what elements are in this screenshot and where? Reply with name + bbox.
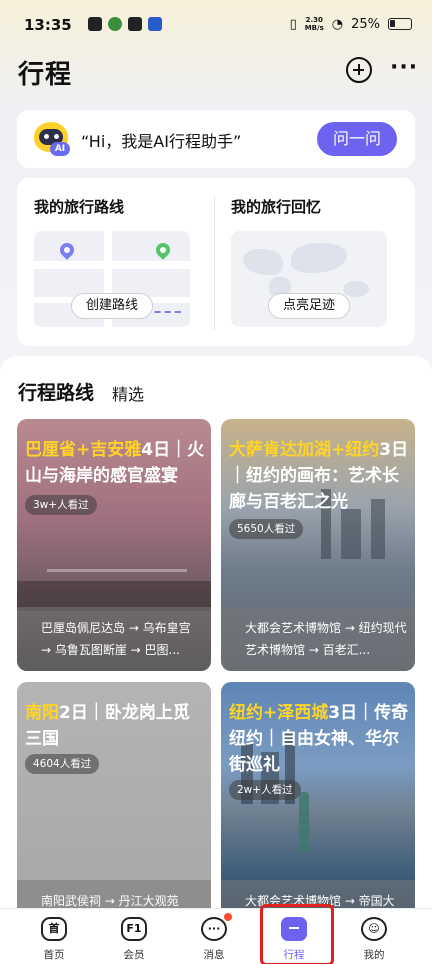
notification-icons bbox=[88, 17, 162, 31]
nav-member[interactable]: F1 会员 bbox=[94, 909, 174, 964]
message-icon: ··· bbox=[201, 917, 227, 941]
trip-overview-card: 我的旅行路线 创建路线 我的旅行回忆 点亮足迹 bbox=[17, 178, 415, 346]
bottom-nav: 首 首页 F1 会员 ··· 消息 行程 ☺ 我的 bbox=[0, 908, 432, 964]
page-title: 行程 bbox=[18, 60, 73, 90]
my-memories-section[interactable]: 我的旅行回忆 点亮足迹 bbox=[214, 178, 412, 346]
guide-card[interactable]: 巴厘省+吉安雅4日｜火山与海岸的感官盛宴 3w+人看过 巴厘岛佩尼达岛 → 乌布… bbox=[17, 419, 211, 671]
end-pin-icon bbox=[153, 240, 173, 260]
more-icon[interactable]: ··· bbox=[390, 57, 418, 79]
add-icon[interactable] bbox=[346, 57, 372, 83]
guide-card[interactable]: 南阳2日｜卧龙岗上觅三国 4604人看过 南阳武侯祠 → 丹江大观苑 bbox=[17, 682, 211, 908]
app-notification-icon bbox=[148, 17, 162, 31]
guide-route: 巴厘岛佩尼达岛 → 乌布皇宫 → 乌鲁瓦图断崖 → 巴图... bbox=[17, 607, 211, 671]
guide-card[interactable]: 纽约+泽西城3日｜传奇纽约｜自由女神、华尔街巡礼 2w+人看过 大都会艺术博物馆… bbox=[221, 682, 415, 908]
view-count-badge: 4604人看过 bbox=[25, 754, 100, 774]
status-time: 13:35 bbox=[24, 16, 72, 34]
ai-assistant-card[interactable]: AI “Hi，我是AI行程助手” 问一问 bbox=[17, 110, 415, 168]
my-memories-title: 我的旅行回忆 bbox=[231, 198, 322, 216]
guide-route: 大都会艺术博物馆 → 纽约现代艺术博物馆 → 百老汇... bbox=[221, 607, 415, 671]
my-routes-title: 我的旅行路线 bbox=[34, 198, 125, 216]
unread-dot bbox=[224, 913, 232, 921]
home-icon: 首 bbox=[41, 917, 67, 941]
app-notification-icon bbox=[88, 17, 102, 31]
light-footprints-button[interactable]: 点亮足迹 bbox=[267, 293, 351, 319]
ask-button[interactable]: 问一问 bbox=[317, 122, 397, 156]
route-map-thumbnail[interactable]: 创建路线 bbox=[34, 231, 190, 327]
status-indicators: ▯ 2.30 MB/s ◔ 25% bbox=[290, 16, 412, 32]
nav-messages[interactable]: ··· 消息 bbox=[174, 909, 254, 964]
content-tabs: 行程路线 精选 bbox=[18, 378, 144, 408]
wifi-icon: ◔ bbox=[331, 16, 344, 32]
nav-home[interactable]: 首 首页 bbox=[14, 909, 94, 964]
app-notification-icon bbox=[108, 17, 122, 31]
member-icon: F1 bbox=[121, 917, 147, 941]
page-header: 行程 ··· bbox=[0, 50, 432, 98]
status-bar: 13:35 ▯ 2.30 MB/s ◔ 25% bbox=[0, 0, 432, 50]
selection-highlight bbox=[260, 904, 334, 964]
guide-card[interactable]: 大萨肯达加湖+纽约3日｜纽约的画布：艺术长廊与百老汇之光 5650人看过 大都会… bbox=[221, 419, 415, 671]
battery-icon bbox=[388, 18, 412, 30]
start-pin-icon bbox=[57, 240, 77, 260]
tab-featured[interactable]: 精选 bbox=[112, 381, 144, 405]
guide-title: 大萨肯达加湖+纽约3日｜纽约的画布：艺术长廊与百老汇之光 bbox=[229, 440, 409, 512]
create-route-button[interactable]: 创建路线 bbox=[70, 293, 154, 319]
view-count-badge: 5650人看过 bbox=[229, 519, 304, 539]
nav-profile[interactable]: ☺ 我的 bbox=[334, 909, 414, 964]
my-routes-section[interactable]: 我的旅行路线 创建路线 bbox=[17, 178, 215, 346]
guide-title: 南阳2日｜卧龙岗上觅三国 bbox=[25, 703, 190, 749]
guide-route: 南阳武侯祠 → 丹江大观苑 bbox=[17, 880, 211, 908]
tiktok-icon bbox=[128, 17, 142, 31]
ai-badge: AI bbox=[50, 142, 70, 156]
profile-icon: ☺ bbox=[361, 917, 387, 941]
battery-percent: 25% bbox=[351, 16, 380, 32]
guide-title: 纽约+泽西城3日｜传奇纽约｜自由女神、华尔街巡礼 bbox=[229, 703, 409, 775]
guide-title: 巴厘省+吉安雅4日｜火山与海岸的感官盛宴 bbox=[25, 440, 205, 486]
ai-greeting: “Hi，我是AI行程助手” bbox=[81, 132, 242, 151]
network-speed: 2.30 MB/s bbox=[304, 16, 324, 32]
ai-robot-icon: AI bbox=[34, 122, 70, 156]
view-count-badge: 2w+人看过 bbox=[229, 780, 301, 800]
view-count-badge: 3w+人看过 bbox=[25, 495, 97, 515]
world-map-thumbnail[interactable]: 点亮足迹 bbox=[231, 231, 387, 327]
tab-itinerary-routes[interactable]: 行程路线 bbox=[18, 378, 94, 408]
vibrate-icon: ▯ bbox=[289, 16, 297, 32]
itinerary-panel: 行程路线 精选 巴厘省+吉安雅4日｜火山与海岸的感官盛宴 3w+人看过 巴厘岛佩… bbox=[0, 356, 432, 908]
